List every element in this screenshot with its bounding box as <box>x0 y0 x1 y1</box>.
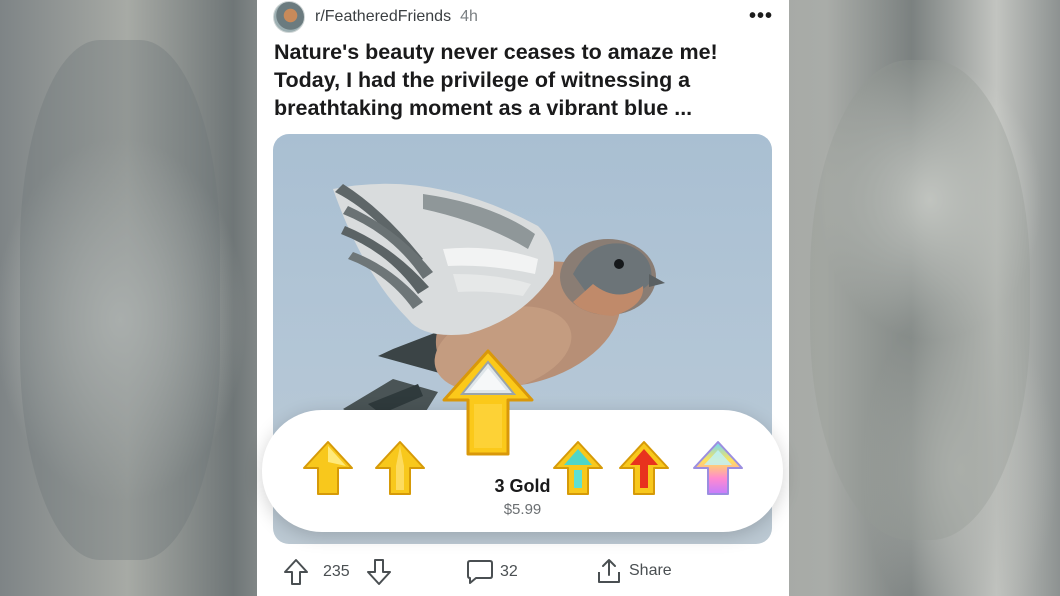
share-button[interactable]: Share <box>595 557 672 585</box>
downvote-arrow-icon[interactable] <box>366 558 392 586</box>
upvote-arrow-icon[interactable] <box>283 558 309 586</box>
subreddit-name[interactable]: r/FeatheredFriends <box>315 8 451 26</box>
subreddit-avatar[interactable] <box>273 1 305 33</box>
award-picker: 3 Gold $5.99 <box>262 349 783 532</box>
share-label: Share <box>629 562 672 579</box>
comment-bubble-icon <box>466 559 494 585</box>
post-age: 4h <box>460 8 478 25</box>
gold-upvote-award-large[interactable] <box>440 348 536 465</box>
post-header: r/FeatheredFriends 4h ••• <box>273 0 773 34</box>
award-price: $5.99 <box>503 501 542 518</box>
share-icon <box>595 557 623 585</box>
comments-button[interactable]: 32 <box>466 559 518 585</box>
vote-score: 235 <box>323 563 350 580</box>
post-title[interactable]: Nature's beauty never ceases to amaze me… <box>274 38 774 122</box>
comment-count: 32 <box>500 563 518 580</box>
red-gold-upvote-award[interactable] <box>618 440 670 503</box>
teal-gold-upvote-award[interactable] <box>552 440 604 503</box>
post-action-bar: 235 32 Share <box>257 552 789 592</box>
vote-group: 235 <box>283 558 392 586</box>
more-horizontal-icon[interactable]: ••• <box>749 5 773 28</box>
rainbow-upvote-award[interactable] <box>692 440 744 503</box>
